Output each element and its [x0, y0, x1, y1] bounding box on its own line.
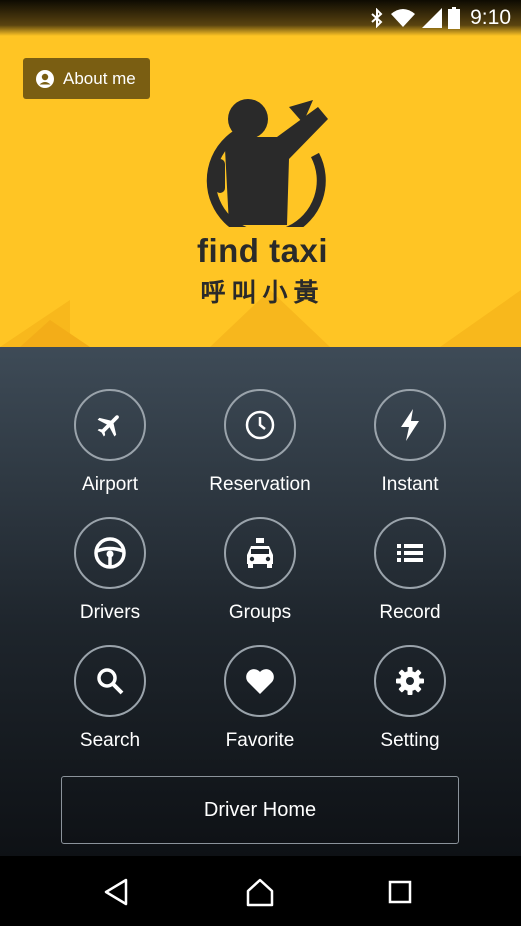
wifi-icon	[391, 9, 416, 27]
logo-text-english: find taxi	[196, 232, 328, 269]
about-me-button[interactable]: About me	[23, 58, 150, 99]
account-circle-icon	[36, 69, 54, 88]
recents-button[interactable]	[382, 874, 418, 910]
menu-item-record[interactable]: Record	[335, 517, 485, 624]
battery-icon	[448, 7, 461, 29]
home-icon	[246, 878, 274, 907]
airplane-icon	[97, 415, 119, 437]
back-icon	[104, 878, 128, 906]
recents-icon	[388, 880, 412, 904]
menu-label: Drivers	[79, 602, 141, 623]
menu-label: Instant	[381, 474, 439, 495]
menu-label: Record	[379, 602, 441, 623]
menu-label: Groups	[228, 602, 292, 623]
logo-text-chinese: 呼叫小黃	[200, 279, 325, 307]
menu-item-setting[interactable]: Setting	[335, 645, 485, 752]
setting-icon-button[interactable]	[374, 645, 446, 717]
favorite-icon-button[interactable]	[224, 645, 296, 717]
signal-icon	[422, 8, 443, 28]
app-logo: find taxi 呼叫小黃	[185, 97, 340, 312]
navigation-bar	[0, 856, 521, 926]
clock-icon	[245, 410, 275, 440]
menu-label: Favorite	[225, 730, 295, 751]
heart-icon	[246, 669, 274, 694]
search-icon-button[interactable]	[74, 645, 146, 717]
main-menu: Airport Reservation Instant Drivers Grou…	[0, 347, 521, 856]
status-bar: 9:10	[0, 0, 521, 36]
menu-item-instant[interactable]: Instant	[335, 389, 485, 496]
menu-label: Reservation	[209, 474, 311, 495]
menu-label: Search	[79, 730, 141, 751]
driver-home-button[interactable]: Driver Home	[61, 776, 459, 844]
menu-label: Setting	[380, 730, 440, 751]
menu-item-favorite[interactable]: Favorite	[185, 645, 335, 752]
instant-icon-button[interactable]	[374, 389, 446, 461]
gear-icon	[396, 667, 424, 695]
back-button[interactable]	[98, 874, 134, 910]
record-icon-button[interactable]	[374, 517, 446, 589]
clock: 9:10	[470, 6, 511, 29]
drivers-icon-button[interactable]	[74, 517, 146, 589]
about-me-label: About me	[63, 68, 136, 88]
airport-icon-button[interactable]	[74, 389, 146, 461]
groups-icon-button[interactable]	[224, 517, 296, 589]
bluetooth-icon	[371, 8, 383, 28]
reservation-icon-button[interactable]	[224, 389, 296, 461]
list-icon	[397, 544, 423, 562]
menu-item-search[interactable]: Search	[35, 645, 185, 752]
search-icon	[97, 668, 124, 695]
menu-item-airport[interactable]: Airport	[35, 389, 185, 496]
lightning-icon	[401, 409, 419, 441]
home-button[interactable]	[242, 874, 278, 910]
menu-label: Airport	[82, 474, 138, 495]
header-banner: About me find taxi 呼叫小黃	[0, 0, 521, 347]
menu-item-reservation[interactable]: Reservation	[185, 389, 335, 496]
menu-item-drivers[interactable]: Drivers	[35, 517, 185, 624]
steering-wheel-icon	[94, 537, 126, 569]
hailing-person-logo	[206, 99, 328, 227]
menu-item-groups[interactable]: Groups	[185, 517, 335, 624]
taxi-icon	[247, 538, 273, 568]
